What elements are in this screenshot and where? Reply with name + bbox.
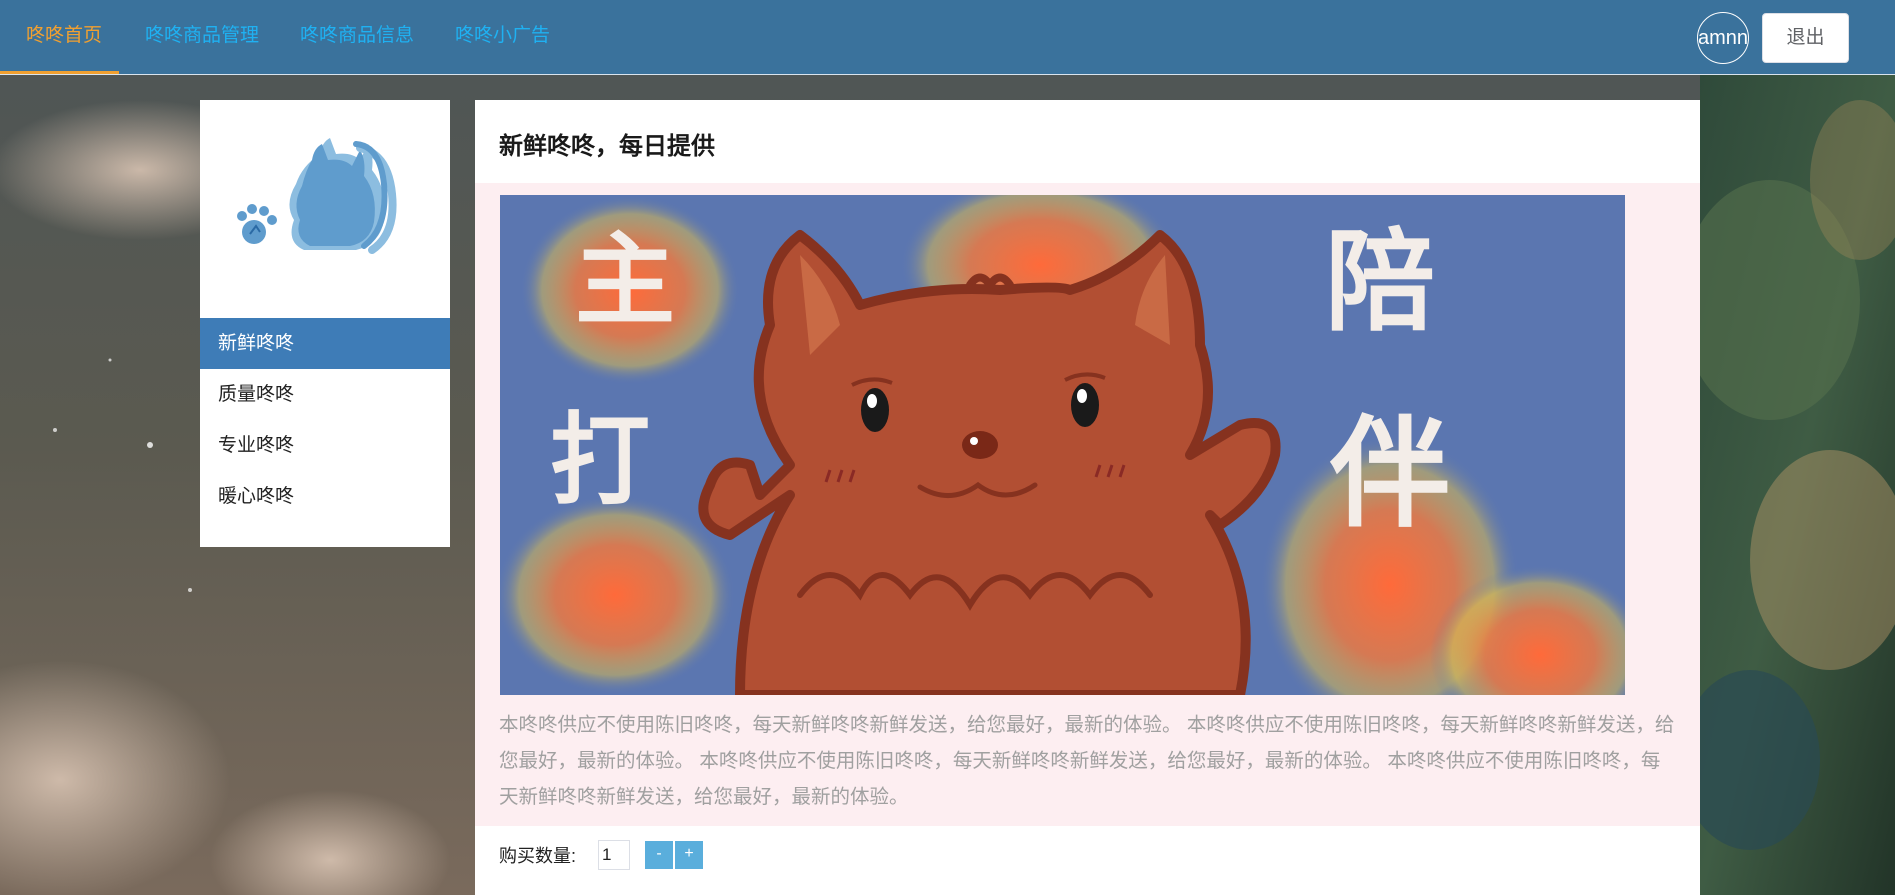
sidebar: 新鲜咚咚 质量咚咚 专业咚咚 暖心咚咚 xyxy=(200,100,450,547)
nav-product-info[interactable]: 咚咚商品信息 xyxy=(300,0,414,74)
cat-paw-logo-icon xyxy=(237,138,397,254)
sidebar-menu: 新鲜咚咚 质量咚咚 专业咚咚 暖心咚咚 xyxy=(200,318,450,522)
nav-product-management[interactable]: 咚咚商品管理 xyxy=(145,0,259,74)
quantity-label: 购买数量: xyxy=(499,846,577,866)
sidebar-item-fresh[interactable]: 新鲜咚咚 xyxy=(200,318,450,369)
logout-button[interactable]: 退出 xyxy=(1762,13,1849,63)
quantity-increment-button[interactable]: + xyxy=(675,841,703,869)
banner-image: 主 打 陪 伴 xyxy=(500,195,1625,695)
quantity-input[interactable]: 1 xyxy=(598,840,630,870)
cat-illustration: 主 打 陪 伴 xyxy=(500,195,1625,695)
quantity-decrement-button[interactable]: - xyxy=(645,841,673,869)
user-avatar[interactable]: amnn xyxy=(1697,12,1749,64)
nav-ads[interactable]: 咚咚小广告 xyxy=(455,0,550,74)
sidebar-item-quality[interactable]: 质量咚咚 xyxy=(200,369,450,420)
banner-right-text-1: 陪 xyxy=(1325,217,1435,346)
sidebar-item-warm[interactable]: 暖心咚咚 xyxy=(200,471,450,522)
sidebar-item-professional[interactable]: 专业咚咚 xyxy=(200,420,450,471)
nav-home[interactable]: 咚咚首页 xyxy=(26,0,102,74)
banner-right-text-2: 伴 xyxy=(1329,403,1450,544)
banner-left-text-1: 主 xyxy=(575,221,675,339)
banner-left-text-2: 打 xyxy=(550,401,650,519)
top-navbar: 咚咚首页 咚咚商品管理 咚咚商品信息 咚咚小广告 amnn 退出 xyxy=(0,0,1895,75)
page-title: 新鲜咚咚，每日提供 xyxy=(499,133,715,160)
nav-active-underline xyxy=(0,71,119,74)
main-card: 新鲜咚咚，每日提供 主 打 陪 伴 本咚咚供应不使用陈旧咚咚，每天新鲜咚咚新鲜发… xyxy=(475,100,1700,895)
product-description: 本咚咚供应不使用陈旧咚咚，每天新鲜咚咚新鲜发送，给您最好，最新的体验。 本咚咚供… xyxy=(499,714,1675,808)
product-content: 主 打 陪 伴 本咚咚供应不使用陈旧咚咚，每天新鲜咚咚新鲜发送，给您最好，最新的… xyxy=(475,183,1700,826)
